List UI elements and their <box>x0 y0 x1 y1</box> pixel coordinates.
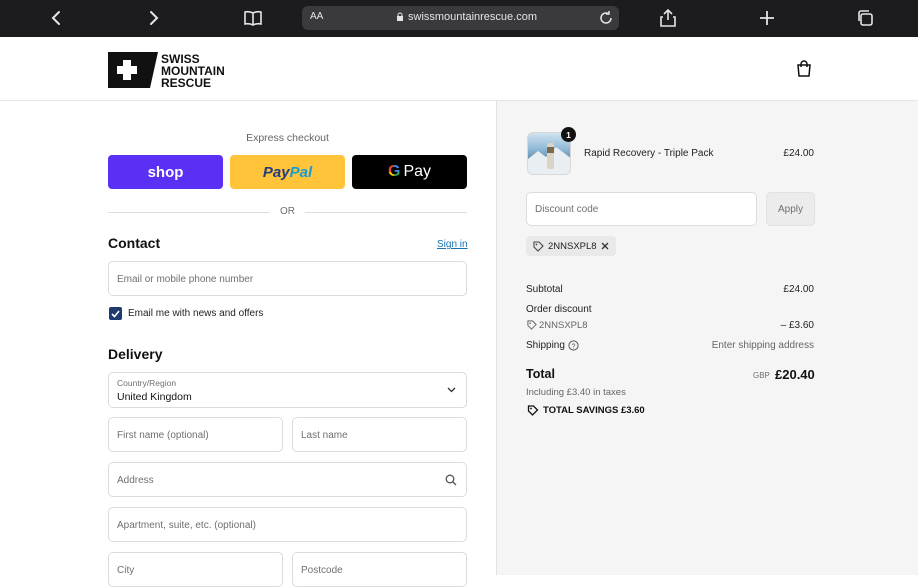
url-text: swissmountainrescue.com <box>408 11 537 23</box>
forward-icon[interactable] <box>142 7 166 29</box>
discount-placeholder: Discount code <box>535 204 599 215</box>
address-bar[interactable]: AA swissmountainrescue.com <box>302 6 619 30</box>
checkout-form: Express checkout shop Pay Pal G Pay OR Con… <box>0 101 496 587</box>
svg-text:?: ? <box>572 343 576 350</box>
email-field[interactable]: Email or mobile phone number <box>108 261 467 296</box>
apply-discount-button[interactable]: Apply <box>766 192 815 226</box>
remove-code-icon[interactable] <box>601 242 609 250</box>
tabs-overview-icon[interactable] <box>853 7 877 29</box>
shop-pay-label: shop <box>147 163 184 181</box>
google-pay-label: Pay <box>403 163 432 180</box>
newsletter-checkbox[interactable] <box>109 307 122 320</box>
applied-code-text: 2NNSXPL8 <box>548 241 597 252</box>
subtotal-label: Subtotal <box>526 284 563 295</box>
first-name-placeholder: First name (optional) <box>117 430 209 441</box>
bookmarks-icon[interactable] <box>241 7 265 29</box>
quantity-badge: 1 <box>561 127 576 142</box>
last-name-field[interactable]: Last name <box>292 417 467 452</box>
postcode-field[interactable]: Postcode <box>292 552 467 587</box>
applied-discount-chip: 2NNSXPL8 <box>526 236 616 256</box>
express-checkout-label: Express checkout <box>246 132 329 144</box>
shopping-bag-icon[interactable] <box>796 60 812 77</box>
store-header: SWISS MOUNTAIN RESCUE <box>0 37 918 101</box>
or-divider: OR <box>108 205 467 219</box>
order-discount-label: Order discount <box>526 304 592 315</box>
address-placeholder: Address <box>117 475 154 486</box>
subtotal-value: £24.00 <box>783 284 814 295</box>
paypal-button[interactable]: Pay Pal <box>230 155 345 189</box>
apply-label: Apply <box>777 203 803 215</box>
browser-toolbar: AA swissmountainrescue.com <box>0 0 918 37</box>
sign-in-link[interactable]: Sign in <box>437 239 468 250</box>
checkmark-icon <box>111 309 120 318</box>
country-value: United Kingdom <box>117 391 192 403</box>
reload-icon[interactable] <box>597 9 615 27</box>
city-placeholder: City <box>117 565 135 576</box>
chevron-down-icon <box>447 387 456 393</box>
apartment-placeholder: Apartment, suite, etc. (optional) <box>117 520 256 531</box>
city-field[interactable]: City <box>108 552 283 587</box>
product-price: £24.00 <box>783 148 814 159</box>
shop-pay-button[interactable]: shop <box>108 155 223 189</box>
shipping-value: Enter shipping address <box>711 340 814 351</box>
google-g-icon: G <box>387 163 401 180</box>
country-label: Country/Region <box>117 378 177 388</box>
product-name: Rapid Recovery - Triple Pack <box>584 148 714 159</box>
back-icon[interactable] <box>44 7 68 29</box>
share-icon[interactable] <box>656 7 680 29</box>
text-size-button[interactable]: AA <box>310 11 323 22</box>
total-label: Total <box>526 367 555 381</box>
tag-icon <box>527 320 537 330</box>
address-field[interactable]: Address <box>108 462 467 497</box>
google-pay-button[interactable]: G Pay <box>352 155 467 189</box>
help-circle-icon[interactable]: ? <box>568 340 579 351</box>
paypal-label-pay: Pay <box>262 163 290 181</box>
apartment-field[interactable]: Apartment, suite, etc. (optional) <box>108 507 467 542</box>
tag-icon <box>533 241 544 252</box>
shipping-label: Shipping <box>526 340 565 351</box>
search-icon[interactable] <box>445 474 457 486</box>
newsletter-label: Email me with news and offers <box>128 308 264 319</box>
lock-icon <box>397 12 403 21</box>
taxes-note: Including £3.40 in taxes <box>526 387 626 398</box>
or-label: OR <box>280 206 295 217</box>
country-select[interactable]: Country/Region United Kingdom <box>108 372 467 408</box>
order-summary: 1 Rapid Recovery - Triple Pack £24.00 Di… <box>496 101 918 575</box>
total-value: £20.40 <box>775 367 815 382</box>
swiss-mountain-rescue-logo[interactable]: SWISS MOUNTAIN RESCUE <box>108 52 248 88</box>
delivery-title: Delivery <box>108 346 163 362</box>
savings-tag-icon <box>527 405 539 416</box>
discount-code-input[interactable]: Discount code <box>526 192 757 226</box>
paypal-label-pal: Pal <box>289 163 313 181</box>
total-savings: TOTAL SAVINGS £3.60 <box>543 405 645 416</box>
order-discount-value: – £3.60 <box>780 320 814 331</box>
new-tab-icon[interactable] <box>755 7 779 29</box>
order-discount-code: 2NNSXPL8 <box>539 320 588 331</box>
first-name-field[interactable]: First name (optional) <box>108 417 283 452</box>
logo-line-3: RESCUE <box>161 76 211 88</box>
currency-code: GBP <box>753 371 770 380</box>
last-name-placeholder: Last name <box>301 430 348 441</box>
postcode-placeholder: Postcode <box>301 565 343 576</box>
email-placeholder: Email or mobile phone number <box>117 274 254 285</box>
contact-title: Contact <box>108 235 161 251</box>
